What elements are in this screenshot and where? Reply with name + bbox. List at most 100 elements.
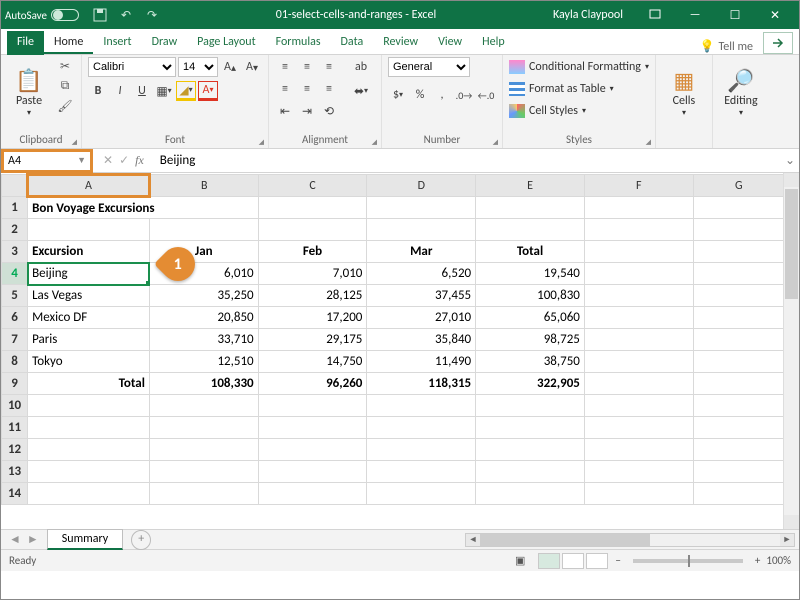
cell[interactable]: 118,315	[367, 373, 476, 395]
cell[interactable]: Mar	[367, 241, 476, 263]
number-format-select[interactable]: General	[388, 57, 470, 77]
undo-icon[interactable]: ↶	[115, 4, 137, 26]
border-button[interactable]: ▦▾	[154, 81, 174, 101]
cell[interactable]: 108,330	[149, 373, 258, 395]
spreadsheet-grid[interactable]: A B C D E F G 1Bon Voyage Excursions 2 3…	[1, 173, 799, 529]
format-as-table-button[interactable]: Format as Table▾	[509, 79, 649, 99]
cell[interactable]: Total	[476, 241, 585, 263]
decrease-indent-button[interactable]: ⇤	[275, 101, 295, 121]
cell[interactable]: 37,455	[367, 285, 476, 307]
zoom-slider[interactable]	[633, 559, 743, 563]
copy-button[interactable]: ⧉	[55, 77, 75, 95]
clipboard-group-label[interactable]: Clipboard	[7, 133, 75, 148]
cell[interactable]: 38,750	[476, 351, 585, 373]
cell[interactable]: 100,830	[476, 285, 585, 307]
wrap-text-button[interactable]: ab	[347, 57, 375, 77]
tab-help[interactable]: Help	[472, 31, 515, 54]
italic-button[interactable]: I	[110, 81, 130, 101]
cell[interactable]: 33,710	[149, 329, 258, 351]
cell[interactable]: Excursion	[28, 241, 150, 263]
increase-decimal-button[interactable]: .0→	[454, 85, 474, 105]
number-group-label[interactable]: Number	[388, 133, 496, 148]
cell[interactable]: 6,520	[367, 263, 476, 285]
cell[interactable]: 96,260	[258, 373, 367, 395]
align-left-button[interactable]: ≡	[275, 79, 295, 99]
cell[interactable]: 7,010	[258, 263, 367, 285]
tab-home[interactable]: Home	[44, 31, 93, 54]
cancel-formula-icon[interactable]: ✕	[103, 153, 113, 168]
zoom-level[interactable]: 100%	[766, 554, 791, 567]
enter-formula-icon[interactable]: ✓	[119, 153, 129, 168]
cell[interactable]: Paris	[28, 329, 150, 351]
fill-color-button[interactable]: ◢▾	[176, 81, 196, 101]
orientation-button[interactable]: ⟲	[319, 101, 339, 121]
cell[interactable]: Bon Voyage Excursions	[28, 197, 259, 219]
cell[interactable]: 19,540	[476, 263, 585, 285]
col-header-b[interactable]: B	[149, 175, 258, 197]
cell[interactable]: 29,175	[258, 329, 367, 351]
cell[interactable]: 17,200	[258, 307, 367, 329]
cell[interactable]: 12,510	[149, 351, 258, 373]
tab-page-layout[interactable]: Page Layout	[187, 31, 265, 54]
row-header[interactable]: 14	[2, 483, 28, 505]
maximize-button[interactable]: ☐	[715, 1, 755, 29]
font-color-button[interactable]: A▾	[198, 81, 218, 101]
cell[interactable]: Las Vegas	[28, 285, 150, 307]
save-icon[interactable]	[89, 4, 111, 26]
alignment-group-label[interactable]: Alignment	[275, 133, 375, 148]
minimize-button[interactable]: —	[675, 1, 715, 29]
cells-button[interactable]: ▦Cells▾	[662, 57, 706, 127]
tab-scroll-left-button[interactable]: ◄	[9, 532, 21, 547]
col-header-d[interactable]: D	[367, 175, 476, 197]
align-bottom-button[interactable]: ≡	[319, 57, 339, 77]
cell[interactable]: 35,840	[367, 329, 476, 351]
cell[interactable]: 98,725	[476, 329, 585, 351]
macro-record-icon[interactable]: ▣	[515, 554, 525, 567]
row-header[interactable]: 7	[2, 329, 28, 351]
autosave-toggle[interactable]: AutoSave	[5, 9, 79, 22]
row-header[interactable]: 13	[2, 461, 28, 483]
zoom-out-button[interactable]: −	[615, 554, 620, 567]
editing-button[interactable]: 🔎Editing▾	[719, 57, 763, 127]
row-header[interactable]: 2	[2, 219, 28, 241]
cell[interactable]: 322,905	[476, 373, 585, 395]
align-top-button[interactable]: ≡	[275, 57, 295, 77]
styles-group-label[interactable]: Styles	[509, 133, 649, 148]
cell[interactable]: 14,750	[258, 351, 367, 373]
col-header-g[interactable]: G	[693, 175, 784, 197]
cell[interactable]: 11,490	[367, 351, 476, 373]
new-sheet-button[interactable]: +	[131, 530, 151, 550]
row-header[interactable]: 10	[2, 395, 28, 417]
tab-review[interactable]: Review	[373, 31, 428, 54]
cell[interactable]: Total	[28, 373, 150, 395]
row-header[interactable]: 4	[2, 263, 28, 285]
expand-formula-bar-button[interactable]: ⌄	[781, 153, 799, 168]
row-header[interactable]: 5	[2, 285, 28, 307]
scroll-thumb[interactable]	[785, 189, 798, 299]
tab-formulas[interactable]: Formulas	[266, 31, 331, 54]
increase-indent-button[interactable]: ⇥	[297, 101, 317, 121]
font-group-label[interactable]: Font	[88, 133, 262, 148]
tab-view[interactable]: View	[428, 31, 472, 54]
cell[interactable]: Mexico DF	[28, 307, 150, 329]
page-layout-view-button[interactable]	[562, 553, 584, 569]
fx-icon[interactable]: fx	[135, 153, 144, 168]
cell[interactable]: 35,250	[149, 285, 258, 307]
font-size-select[interactable]: 14	[178, 57, 218, 77]
scroll-up-button[interactable]: ▲	[784, 173, 799, 187]
row-header[interactable]: 11	[2, 417, 28, 439]
row-header[interactable]: 3	[2, 241, 28, 263]
tab-insert[interactable]: Insert	[93, 31, 141, 54]
column-headers[interactable]: A B C D E F G	[2, 175, 785, 197]
cell[interactable]: 28,125	[258, 285, 367, 307]
comma-format-button[interactable]: ,	[432, 85, 452, 105]
cut-button[interactable]: ✂	[55, 57, 75, 75]
col-header-c[interactable]: C	[258, 175, 367, 197]
hscroll-thumb[interactable]	[480, 534, 650, 546]
cell-styles-button[interactable]: Cell Styles▾	[509, 101, 649, 121]
close-button[interactable]: ✕	[755, 1, 795, 29]
cell[interactable]: 65,060	[476, 307, 585, 329]
share-button[interactable]	[763, 32, 793, 54]
vertical-scrollbar[interactable]: ▲ ▼	[783, 173, 799, 529]
name-box[interactable]: A4 ▼	[1, 149, 93, 173]
